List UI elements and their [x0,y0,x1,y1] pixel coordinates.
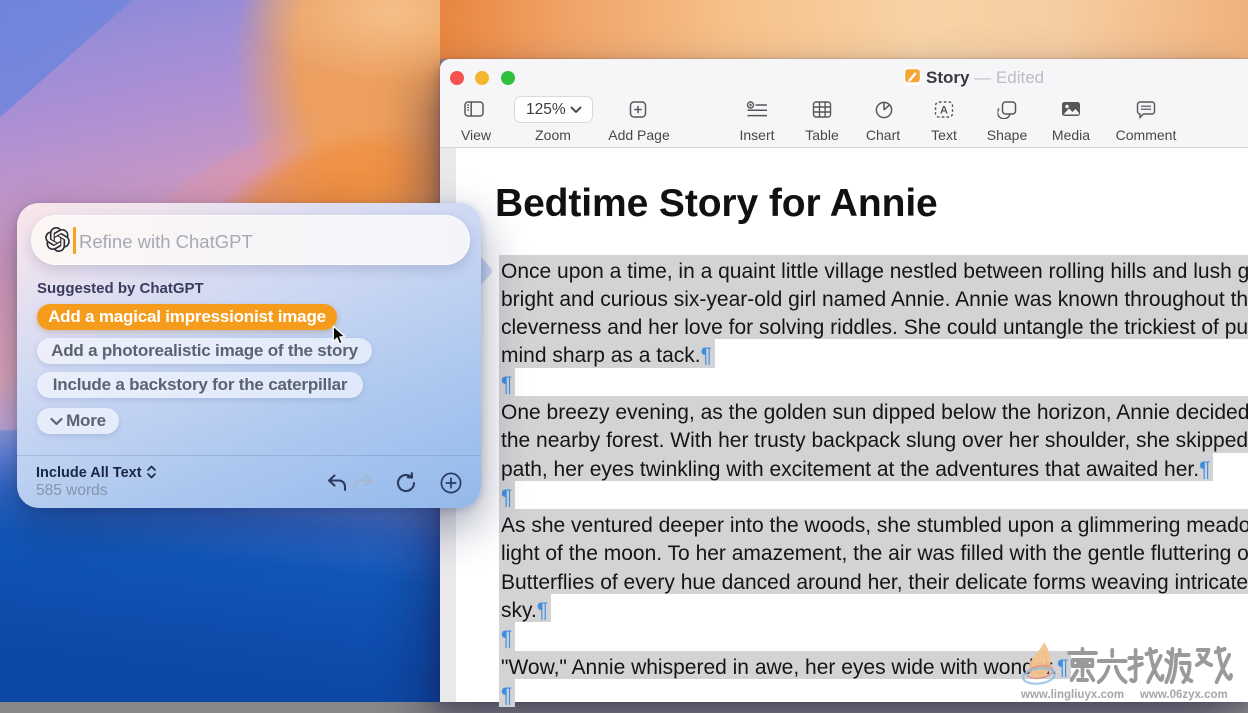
svg-text:www.lingliuyx.com: www.lingliuyx.com [1020,689,1124,701]
svg-text:A: A [940,105,948,117]
svg-text:www.06zyx.com: www.06zyx.com [1139,689,1228,701]
